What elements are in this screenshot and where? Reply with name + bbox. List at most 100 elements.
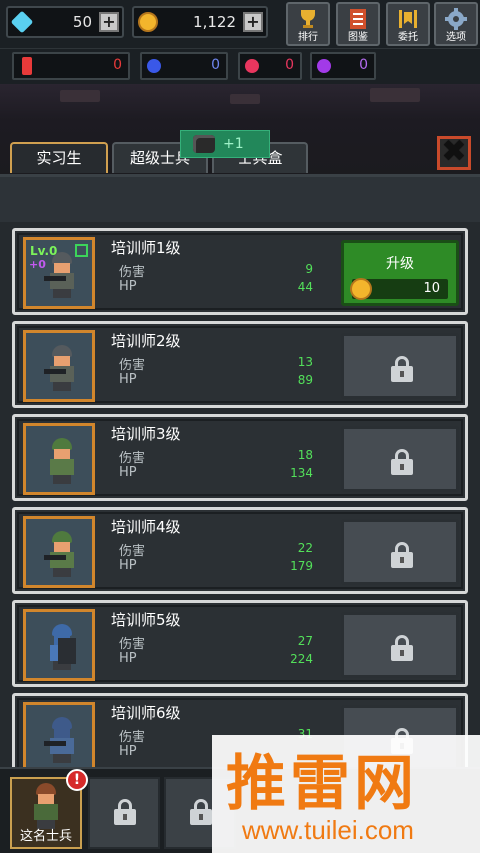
trainer-list[interactable]: Lv.0 +0 培训师1级 伤害 9 HP 44 升级 10 培训师2级 伤害 …	[0, 222, 480, 767]
lock-icon	[391, 542, 413, 568]
options-label: 选项	[446, 32, 466, 43]
coin-counter: 1,122 +	[132, 6, 268, 38]
soldier-sprite	[44, 531, 80, 577]
plus-badge: +0	[29, 258, 46, 271]
locked-upgrade-button[interactable]	[341, 519, 459, 585]
close-button[interactable]: ✖	[437, 136, 471, 170]
coal-icon	[193, 135, 215, 153]
blue-gem-value: 0	[211, 57, 220, 73]
purple-gem-value: 0	[359, 57, 368, 73]
hp-value: 89	[297, 373, 313, 387]
purple-gem-counter: 0	[310, 52, 376, 80]
lock-icon	[190, 799, 212, 825]
hp-value: 44	[297, 280, 313, 294]
level-badge: Lv.0	[30, 244, 58, 258]
damage-value: 22	[297, 541, 313, 555]
soldier-sprite	[44, 438, 80, 484]
red-gem-value: 0	[113, 57, 122, 73]
upgrade-label: 升级	[386, 256, 414, 272]
trainer-name: 培训师3级	[111, 425, 181, 443]
trainer-name: 培训师6级	[111, 704, 181, 722]
damage-label: 伤害	[119, 358, 146, 373]
diamond-value: 50	[72, 13, 92, 31]
codex-button[interactable]: 图鉴	[336, 2, 380, 46]
trainer-card: 培训师5级 伤害 27 HP 224	[12, 600, 468, 687]
top-bar: 50 + 1,122 + 排行 图鉴 委托 选项	[0, 0, 480, 48]
damage-label: 伤害	[119, 265, 146, 280]
trainer-name: 培训师5级	[111, 611, 181, 629]
toast-text: +1	[223, 136, 244, 152]
ranking-label: 排行	[298, 32, 318, 43]
hp-label: HP	[119, 558, 137, 573]
upgrade-button[interactable]: 升级 10	[341, 240, 459, 306]
header-band	[0, 174, 480, 222]
lock-icon	[114, 799, 136, 825]
damage-value: 27	[297, 634, 313, 648]
trainer-name: 培训师2级	[111, 332, 181, 350]
options-button[interactable]: 选项	[434, 2, 478, 46]
close-icon: ✖	[441, 134, 467, 169]
blue-gem-icon	[147, 59, 161, 73]
rock-decoration	[230, 94, 260, 104]
alert-badge: !	[66, 769, 88, 791]
damage-label: 伤害	[119, 637, 146, 652]
add-coins-button[interactable]: +	[243, 12, 263, 32]
hp-value: 224	[290, 652, 313, 666]
lock-icon	[391, 449, 413, 475]
pink-gem-counter: 0	[238, 52, 302, 80]
damage-label: 伤害	[119, 451, 146, 466]
add-diamonds-button[interactable]: +	[99, 12, 119, 32]
trainer-portrait	[23, 423, 95, 495]
trainer-card: 培训师4级 伤害 22 HP 179	[12, 507, 468, 594]
red-gem-icon	[22, 57, 32, 75]
damage-value: 13	[297, 355, 313, 369]
upgrade-cost: 10	[423, 281, 440, 296]
hp-label: HP	[119, 465, 137, 480]
damage-value: 18	[297, 448, 313, 462]
unlocked-icon	[75, 244, 88, 257]
ranking-button[interactable]: 排行	[286, 2, 330, 46]
hp-value: 134	[290, 466, 313, 480]
hp-value: 179	[290, 559, 313, 573]
purple-gem-icon	[317, 59, 331, 73]
commission-button[interactable]: 委托	[386, 2, 430, 46]
hp-label: HP	[119, 372, 137, 387]
trainer-card: 培训师3级 伤害 18 HP 134	[12, 414, 468, 501]
rock-decoration	[60, 90, 100, 102]
tab-intern[interactable]: 实习生	[10, 142, 108, 173]
hp-label: HP	[119, 651, 137, 666]
locked-upgrade-button[interactable]	[341, 612, 459, 678]
upgrade-cost-bar: 10	[350, 278, 448, 300]
rock-decoration	[370, 88, 420, 102]
watermark: 推雷网 www.tuilei.com	[212, 735, 480, 853]
selected-soldier-label: 这名士兵	[19, 829, 72, 844]
trainer-portrait	[23, 330, 95, 402]
soldier-slot-locked[interactable]	[88, 777, 160, 849]
codex-label: 图鉴	[348, 32, 368, 43]
blue-gem-counter: 0	[140, 52, 228, 80]
diamond-icon	[10, 10, 34, 34]
coin-value: 1,122	[193, 13, 236, 31]
soldier-sprite	[44, 345, 80, 391]
soldier-sprite	[44, 717, 80, 763]
lock-icon	[391, 356, 413, 382]
locked-upgrade-button[interactable]	[341, 333, 459, 399]
locked-upgrade-button[interactable]	[341, 426, 459, 492]
coin-icon	[138, 12, 158, 32]
watermark-url: www.tuilei.com	[242, 815, 414, 845]
pink-gem-value: 0	[285, 57, 294, 73]
trainer-name: 培训师1级	[111, 239, 181, 257]
hp-label: HP	[119, 744, 137, 759]
red-gem-counter: 0	[12, 52, 130, 80]
commission-label: 委托	[398, 32, 418, 43]
watermark-text: 推雷网	[226, 749, 418, 819]
trainer-portrait: Lv.0 +0	[23, 237, 95, 309]
lock-icon	[391, 635, 413, 661]
trainer-portrait	[23, 609, 95, 681]
soldier-sprite	[28, 783, 64, 829]
damage-label: 伤害	[119, 730, 146, 745]
damage-label: 伤害	[119, 544, 146, 559]
hp-label: HP	[119, 279, 137, 294]
trainer-name: 培训师4级	[111, 518, 181, 536]
soldier-sprite	[44, 624, 80, 670]
